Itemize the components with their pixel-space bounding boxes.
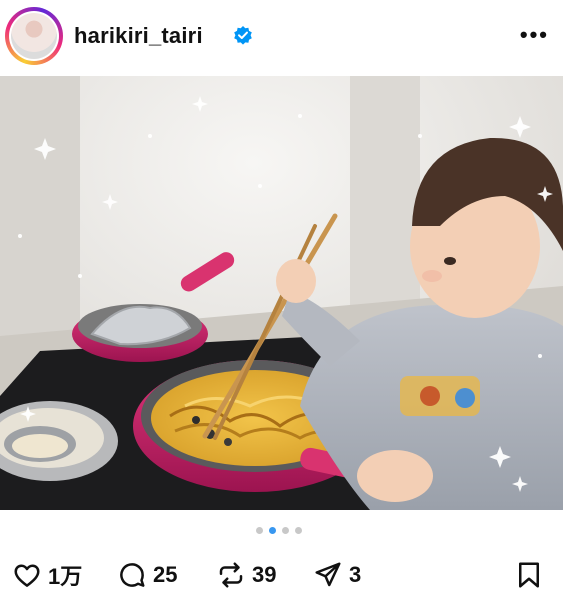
comment-icon	[120, 563, 145, 587]
carousel-dot	[282, 527, 289, 534]
carousel-dot	[256, 527, 263, 534]
carousel-dot	[295, 527, 302, 534]
heart-icon	[14, 564, 40, 587]
share-count: 3	[349, 562, 362, 587]
save-button[interactable]	[514, 559, 544, 591]
comment-count: 25	[153, 562, 178, 587]
post-header: harikiri_tairi •••	[0, 0, 563, 76]
repost-count: 39	[252, 562, 277, 587]
carousel-indicator	[0, 525, 563, 537]
bookmark-icon	[519, 562, 539, 588]
carousel-dot-active	[269, 527, 276, 534]
username[interactable]: harikiri_tairi	[74, 23, 203, 49]
repost-button[interactable]: 39	[216, 559, 276, 591]
more-options-icon[interactable]: •••	[520, 22, 549, 48]
comment-button[interactable]: 25	[117, 559, 177, 591]
share-button[interactable]: 3	[313, 559, 361, 591]
avatar-image	[11, 13, 57, 59]
avatar[interactable]	[9, 11, 59, 61]
like-count: 1万	[48, 564, 83, 589]
like-button[interactable]: 1万	[12, 559, 82, 591]
post-photo[interactable]	[0, 76, 563, 510]
action-bar: 1万 25 39 3	[0, 555, 563, 595]
verified-badge-icon	[234, 26, 252, 45]
story-ring[interactable]	[5, 7, 63, 65]
share-icon	[315, 562, 341, 587]
post-photo-illustration	[0, 76, 563, 510]
repost-icon	[219, 562, 243, 588]
